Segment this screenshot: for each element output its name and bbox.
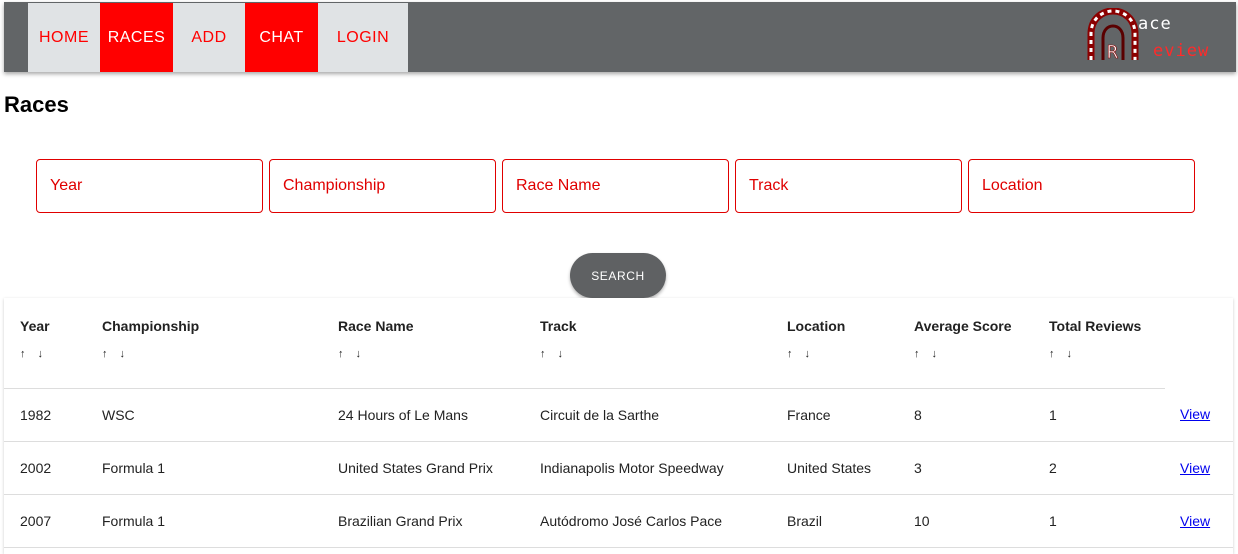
nav-add-button[interactable]: ADD [173,3,245,72]
nav-login-button[interactable]: LOGIN [318,3,408,72]
column-header-total-reviews: Total Reviews [1049,318,1142,334]
cell-track: Circuit de la Sarthe [540,407,660,423]
sort-descending-icon[interactable]: ↓ [38,348,44,360]
championship-filter-input[interactable] [270,177,495,195]
top-nav-bar: HOME RACES ADD CHAT LOGIN [4,2,1236,72]
column-header-race-name: Race Name [338,318,414,334]
total-reviews-sort-controls: ↑ ↓ [1049,348,1072,360]
header-divider [4,388,1165,389]
cell-championship: Formula 1 [102,513,166,529]
logo-text-line1: ace [1138,14,1172,34]
cell-location: Brazil [787,513,823,529]
track-filter-field[interactable] [735,159,962,213]
view-race-link[interactable]: View [1180,460,1210,476]
cell-championship: Formula 1 [102,460,166,476]
location-filter-input[interactable] [969,177,1194,195]
logo-text-line2: eview [1153,41,1210,61]
championship-filter-field[interactable] [269,159,496,213]
column-header-location: Location [787,318,846,334]
cell-championship: WSC [102,407,135,423]
nav-chat-button[interactable]: CHAT [245,3,318,72]
page-title: Races [4,92,69,117]
search-button[interactable]: SEARCH [570,253,666,298]
sort-descending-icon[interactable]: ↓ [558,348,564,360]
race-name-filter-input[interactable] [503,177,728,195]
sort-ascending-icon[interactable]: ↑ [20,348,26,360]
cell-location: France [787,407,831,423]
column-header-year: Year [20,318,50,334]
cell-track: Autódromo José Carlos Pace [540,513,723,529]
sort-descending-icon[interactable]: ↓ [120,348,126,360]
sort-descending-icon[interactable]: ↓ [805,348,811,360]
column-header-championship: Championship [102,318,200,334]
championship-sort-controls: ↑ ↓ [102,348,125,360]
cell-total-reviews: 1 [1049,513,1057,529]
cell-average-score: 10 [914,513,930,529]
cell-race-name: 24 Hours of Le Mans [338,407,468,423]
column-header-track: Track [540,318,577,334]
row-divider [4,441,1233,442]
sort-descending-icon[interactable]: ↓ [356,348,362,360]
year-filter-field[interactable] [36,159,263,213]
sort-ascending-icon[interactable]: ↑ [102,348,108,360]
column-header-average-score: Average Score [914,318,1012,334]
cell-average-score: 8 [914,407,922,423]
cell-year: 2007 [20,513,52,529]
cell-year: 1982 [20,407,52,423]
sort-ascending-icon[interactable]: ↑ [914,348,920,360]
sort-descending-icon[interactable]: ↓ [1067,348,1073,360]
cell-race-name: Brazilian Grand Prix [338,513,463,529]
average-score-sort-controls: ↑ ↓ [914,348,937,360]
sort-ascending-icon[interactable]: ↑ [787,348,793,360]
row-divider [4,547,1233,548]
race-review-logo[interactable]: R ace eview [1085,8,1210,64]
location-filter-field[interactable] [968,159,1195,213]
year-filter-input[interactable] [37,177,262,195]
sort-descending-icon[interactable]: ↓ [932,348,938,360]
nav-home-button[interactable]: HOME [28,3,100,72]
year-sort-controls: ↑ ↓ [20,348,43,360]
sort-ascending-icon[interactable]: ↑ [338,348,344,360]
cell-race-name: United States Grand Prix [338,460,493,476]
nav-races-button[interactable]: RACES [100,3,173,72]
view-race-link[interactable]: View [1180,406,1210,422]
cell-track: Indianapolis Motor Speedway [540,460,724,476]
row-divider [4,494,1233,495]
cell-average-score: 3 [914,460,922,476]
race-track-arch-icon: R [1087,8,1139,63]
cell-year: 2002 [20,460,52,476]
sort-ascending-icon[interactable]: ↑ [540,348,546,360]
track-filter-input[interactable] [736,177,961,195]
cell-total-reviews: 2 [1049,460,1057,476]
view-race-link[interactable]: View [1180,513,1210,529]
svg-text:R: R [1107,42,1118,63]
track-sort-controls: ↑ ↓ [540,348,563,360]
sort-ascending-icon[interactable]: ↑ [1049,348,1055,360]
race-name-sort-controls: ↑ ↓ [338,348,361,360]
cell-location: United States [787,460,872,476]
cell-total-reviews: 1 [1049,407,1057,423]
location-sort-controls: ↑ ↓ [787,348,810,360]
race-name-filter-field[interactable] [502,159,729,213]
